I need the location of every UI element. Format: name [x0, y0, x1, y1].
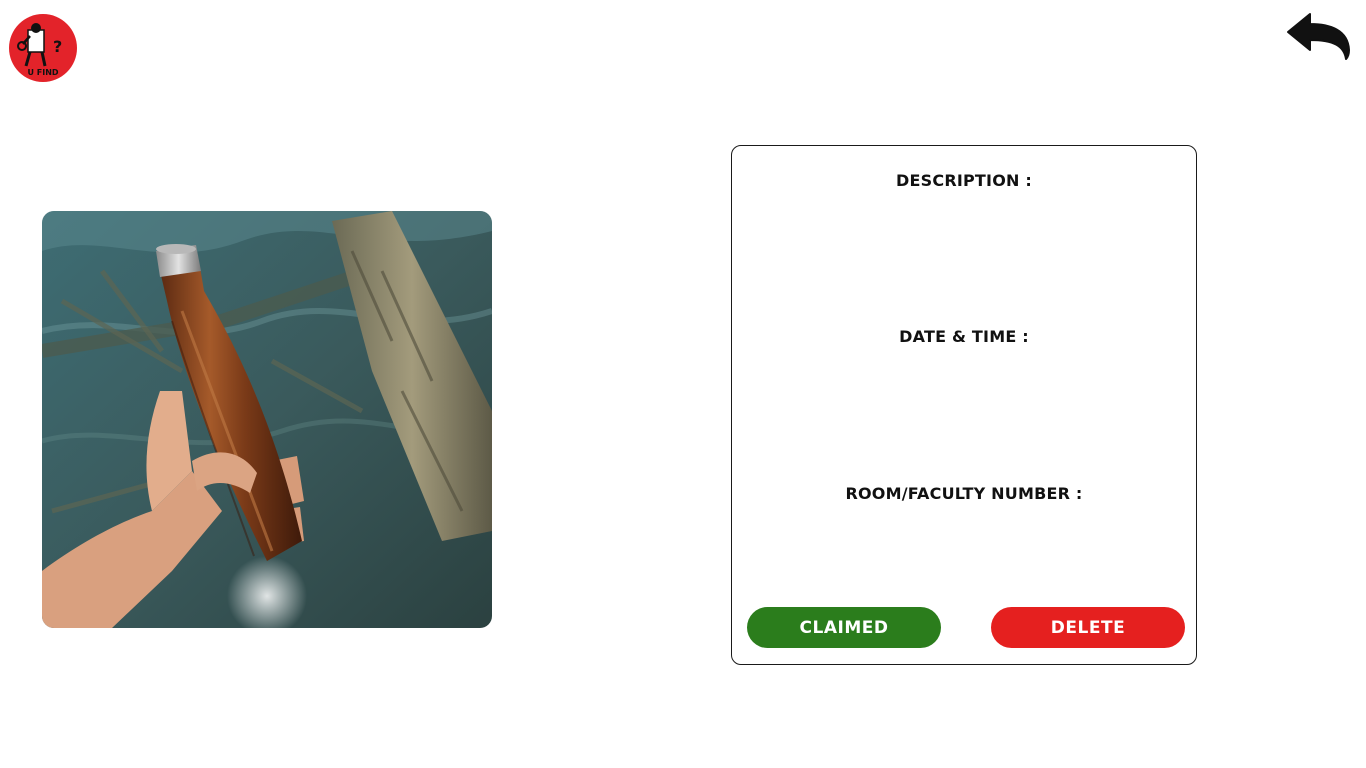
page: ? U FIND DESCRIPTION: DATE & TIME: ROO… [0, 0, 1366, 768]
item-photo-image [42, 211, 492, 628]
room-faculty-number-label: ROOM/FACULTY NUMBER : [845, 484, 1083, 503]
item-photo [42, 211, 492, 628]
description-label: DESCRIPTION : [896, 171, 1032, 190]
back-arrow-icon [1287, 13, 1350, 60]
logo-badge-icon: ? U FIND [9, 14, 77, 82]
logo-text: U FIND [27, 68, 58, 77]
claimed-button[interactable]: CLAIMED [747, 607, 941, 648]
back-button[interactable] [1286, 10, 1352, 62]
logo-question-mark: ? [53, 37, 62, 56]
u-find-logo[interactable]: ? U FIND [9, 14, 77, 82]
date-time-label: DATE & TIME : [899, 327, 1029, 346]
delete-button[interactable]: DELETE [991, 607, 1185, 648]
item-details-card: DESCRIPTION : DATE & TIME : ROOM/FACULTY… [731, 145, 1197, 665]
